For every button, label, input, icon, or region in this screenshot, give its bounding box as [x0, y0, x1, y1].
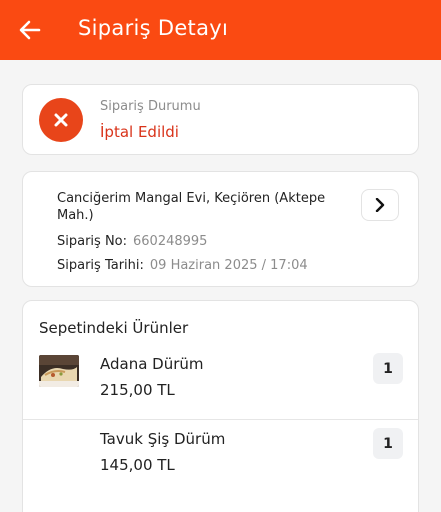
- order-status-card: Sipariş Durumu İptal Edildi: [22, 84, 419, 155]
- cancel-icon: [39, 98, 83, 142]
- back-button[interactable]: [14, 14, 46, 46]
- order-date-row: Sipariş Tarihi: 09 Haziran 2025 / 17:04: [57, 258, 308, 273]
- restaurant-name: Canciğerim Mangal Evi, Keçiören (Aktepe …: [57, 191, 326, 223]
- page-title: Sipariş Detayı: [78, 16, 229, 40]
- product-name: Tavuk Şiş Dürüm: [100, 430, 226, 448]
- restaurant-detail-button[interactable]: [361, 189, 399, 221]
- product-item: Tavuk Şiş Dürüm 145,00 TL 1: [23, 419, 418, 493]
- product-name: Adana Dürüm: [100, 355, 204, 373]
- product-quantity: 1: [373, 428, 403, 459]
- chevron-right-icon: [375, 198, 385, 212]
- product-price: 215,00 TL: [100, 381, 175, 399]
- order-number-row: Sipariş No: 660248995: [57, 234, 207, 249]
- arrow-left-icon: [19, 20, 41, 40]
- order-number-value: 660248995: [133, 234, 208, 249]
- basket-title: Sepetindeki Ürünler: [39, 319, 189, 337]
- product-item: Adana Dürüm 215,00 TL 1: [23, 345, 418, 419]
- product-price: 145,00 TL: [100, 456, 175, 474]
- product-image: [39, 355, 79, 387]
- order-date-label: Sipariş Tarihi:: [57, 258, 144, 273]
- status-value: İptal Edildi: [100, 123, 179, 141]
- order-date-value: 09 Haziran 2025 / 17:04: [149, 258, 308, 273]
- order-number-label: Sipariş No:: [57, 234, 128, 249]
- app-header: Sipariş Detayı: [0, 0, 441, 60]
- status-label: Sipariş Durumu: [100, 99, 201, 114]
- product-quantity: 1: [373, 353, 403, 384]
- basket-card: Sepetindeki Ürünler Adana Dürüm 215,00 T…: [22, 300, 419, 512]
- order-info-card: Canciğerim Mangal Evi, Keçiören (Aktepe …: [22, 171, 419, 287]
